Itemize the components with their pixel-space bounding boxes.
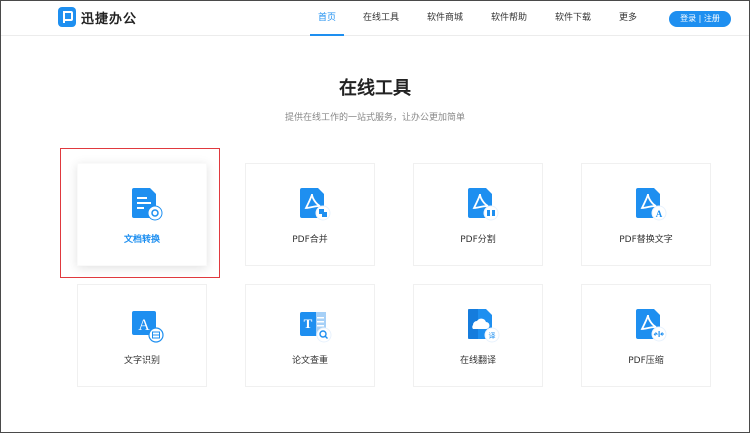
site-logo[interactable]: 迅捷办公: [58, 7, 137, 27]
paper-check-icon: T: [300, 312, 332, 343]
svg-text:T: T: [304, 316, 313, 331]
svg-text:译: 译: [489, 332, 496, 340]
nav-item-software-store[interactable]: 软件商城: [427, 0, 463, 36]
tool-card-document-convert[interactable]: 文档转换: [77, 163, 207, 266]
pdf-compress-icon: [636, 309, 667, 342]
tool-card-pdf-split[interactable]: PDF分割: [413, 163, 543, 266]
nav-item-more[interactable]: 更多: [619, 0, 637, 36]
logo-text: 迅捷办公: [81, 11, 138, 27]
tool-card-label: 在线翻译: [459, 356, 496, 366]
top-header: 迅捷办公 首页 在线工具 软件商城 软件帮助 软件下载 更多 登录 | 注册: [0, 0, 750, 36]
tool-card-label: PDF替换文字: [619, 235, 673, 245]
text-recognition-icon: A: [132, 311, 164, 343]
tool-card-label: 论文查重: [291, 356, 328, 366]
pdf-split-icon: [468, 188, 499, 221]
logo-p-icon: [58, 7, 76, 27]
tool-card-pdf-merge[interactable]: PDF合并: [245, 163, 375, 266]
nav-item-software-download[interactable]: 软件下载: [555, 0, 591, 36]
page-subtitle: 提供在线工作的一站式服务，让办公更加简单: [284, 113, 465, 123]
page-title: 在线工具: [339, 78, 411, 99]
tool-card-online-translate[interactable]: 译 在线翻译: [413, 284, 543, 387]
svg-text:A: A: [138, 317, 150, 334]
tool-card-label: 文字识别: [123, 356, 160, 366]
pdf-merge-icon: [300, 188, 331, 221]
svg-text:A: A: [656, 209, 663, 219]
document-convert-icon: [132, 188, 163, 221]
tool-card-label: PDF合并: [292, 235, 328, 245]
tool-card-paper-check[interactable]: T 论文查重: [245, 284, 375, 387]
tool-card-label: PDF分割: [460, 235, 496, 245]
nav-item-home[interactable]: 首页: [309, 0, 345, 36]
tool-card-pdf-replace-text[interactable]: A PDF替换文字: [581, 163, 711, 266]
nav-item-online-tools[interactable]: 在线工具: [363, 0, 399, 36]
tool-card-text-recognition[interactable]: A 文字识别: [77, 284, 207, 387]
online-translate-icon: 译: [468, 309, 500, 343]
tool-card-pdf-compress[interactable]: PDF压缩: [581, 284, 711, 387]
pdf-replace-text-icon: A: [636, 188, 667, 221]
tool-card-label: PDF压缩: [628, 356, 664, 366]
login-register-button[interactable]: 登录 | 注册: [669, 11, 731, 27]
nav-item-software-help[interactable]: 软件帮助: [491, 0, 527, 36]
tool-card-label: 文档转换: [123, 235, 160, 245]
